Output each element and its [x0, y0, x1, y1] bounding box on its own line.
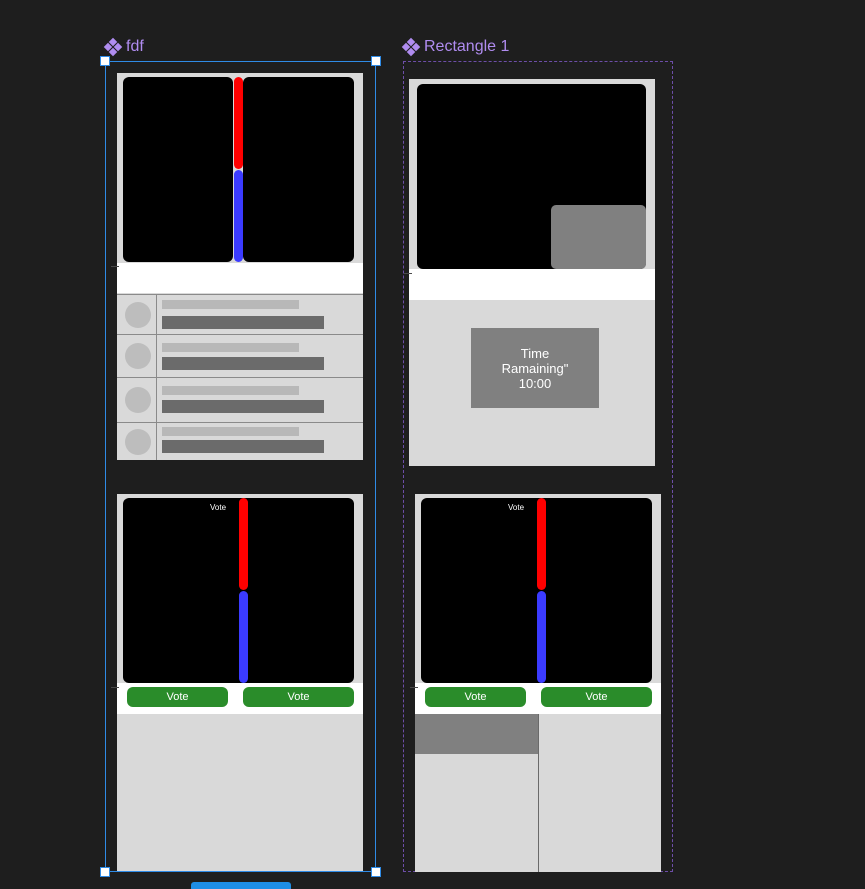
guide-tick — [111, 687, 119, 688]
vote-bar-red — [239, 498, 248, 590]
white-strip — [409, 269, 655, 300]
vote-tag: Vote — [508, 503, 525, 512]
split-divider — [538, 714, 539, 872]
timer-line-3: 10:00 — [518, 375, 552, 391]
list-item[interactable] — [117, 377, 363, 422]
vote-tag: Vote — [210, 503, 227, 512]
vote-strip: Vote Vote — [117, 683, 363, 714]
text-line — [162, 300, 299, 309]
comment-list — [117, 294, 363, 460]
text-line — [162, 343, 299, 352]
guide-tick — [111, 266, 119, 267]
white-strip — [117, 263, 363, 293]
vote-button-right[interactable]: Vote — [541, 687, 652, 707]
avatar — [125, 343, 151, 369]
time-remaining-box: Time Ramaining" 10:00 — [471, 328, 599, 408]
text-line — [162, 386, 299, 395]
guide-tick — [404, 273, 412, 274]
vote-button-left[interactable]: Vote — [425, 687, 526, 707]
tab-active-block[interactable] — [415, 714, 538, 754]
guide-tick — [410, 687, 418, 688]
frame-name: fdf — [126, 38, 144, 55]
text-line — [162, 316, 324, 329]
vote-bar-red — [537, 498, 546, 590]
frame-name: Rectangle 1 — [424, 38, 510, 55]
text-line — [162, 427, 299, 436]
avatar — [125, 387, 151, 413]
frame-fdf[interactable]: Vote Vote Vote — [105, 61, 376, 872]
list-item[interactable] — [117, 422, 363, 460]
dimension-badge — [191, 882, 291, 889]
vote-button-left[interactable]: Vote — [127, 687, 228, 707]
video-left — [123, 77, 233, 262]
resize-handle-top-right[interactable] — [371, 56, 381, 66]
video-pip — [551, 205, 646, 269]
vote-bar-blue — [239, 591, 248, 683]
component-icon — [103, 37, 123, 57]
vote-bar-blue — [537, 591, 546, 683]
resize-handle-bottom-left[interactable] — [100, 867, 110, 877]
avatar — [125, 429, 151, 455]
frame-label-fdf[interactable]: fdf — [103, 37, 144, 57]
text-line — [162, 440, 324, 453]
list-item[interactable] — [117, 334, 363, 377]
frame-rectangle-1[interactable]: Time Ramaining" 10:00 Vote Vote Vote — [403, 61, 673, 872]
avatar — [125, 302, 151, 328]
component-icon — [401, 37, 421, 57]
vote-screen[interactable]: Vote Vote Vote — [117, 494, 363, 872]
timer-line-1: Time — [520, 345, 550, 361]
text-line — [162, 357, 324, 370]
video-right — [243, 77, 354, 262]
vote-strip: Vote Vote — [415, 683, 661, 714]
frame-label-rectangle-1[interactable]: Rectangle 1 — [401, 37, 510, 57]
resize-handle-top-left[interactable] — [100, 56, 110, 66]
text-line — [162, 400, 324, 413]
resize-handle-bottom-right[interactable] — [371, 867, 381, 877]
live-debate-screen[interactable] — [117, 73, 363, 460]
timer-screen[interactable]: Time Ramaining" 10:00 — [409, 79, 655, 466]
vote-screen-split[interactable]: Vote Vote Vote — [415, 494, 661, 872]
timer-line-2: Ramaining" — [501, 360, 569, 376]
vote-bar-red — [234, 77, 243, 169]
vote-bar-blue — [234, 170, 243, 262]
list-item[interactable] — [117, 294, 363, 334]
vote-button-right[interactable]: Vote — [243, 687, 354, 707]
